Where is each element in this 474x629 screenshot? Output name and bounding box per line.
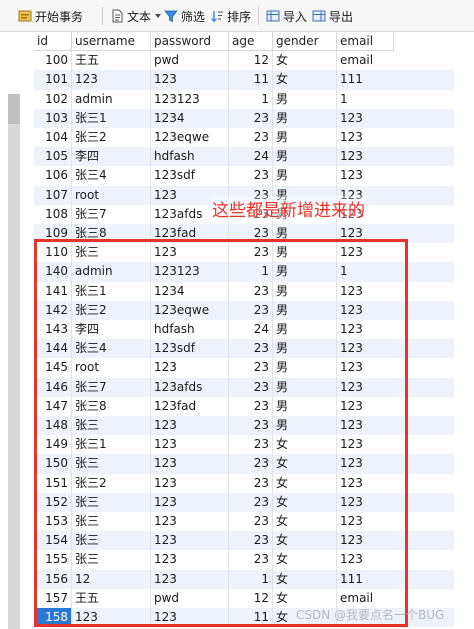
cell-username[interactable]: admin [72, 89, 151, 109]
cell-id[interactable]: 107 [34, 185, 72, 205]
cell-age[interactable]: 24 [229, 147, 273, 167]
export-icon [312, 9, 326, 23]
chevron-down-icon [155, 14, 162, 18]
column-header-username[interactable]: username [72, 32, 151, 52]
cell-email[interactable]: 111 [337, 70, 394, 89]
highlight-box [34, 239, 408, 627]
table-row[interactable]: 102 admin 123123 1 男 1 [34, 89, 454, 109]
table-row[interactable]: 103 张三1 1234 23 男 123 [34, 108, 454, 128]
cell-email[interactable]: 123 [337, 166, 394, 185]
cell-username[interactable]: 王五 [72, 51, 151, 71]
column-header-gender[interactable]: gender [273, 32, 337, 52]
cell-email[interactable]: 1 [337, 90, 394, 109]
cell-gender[interactable]: 男 [273, 128, 337, 148]
filter-button[interactable]: 筛选 [164, 6, 205, 26]
toolbar-separator [258, 7, 259, 25]
begin-transaction-label: 开始事务 [35, 9, 84, 24]
cell-username[interactable]: 张三2 [72, 128, 151, 148]
cell-password[interactable]: 1234 [151, 108, 229, 128]
import-label: 导入 [283, 9, 308, 24]
cell-password[interactable]: 123123 [151, 89, 229, 109]
sort-icon [210, 9, 224, 23]
document-icon [110, 9, 124, 23]
table-row[interactable]: 100 王五 pwd 12 女 email [34, 51, 454, 71]
sort-button[interactable]: 排序 [210, 6, 251, 26]
cell-id[interactable]: 106 [34, 166, 72, 186]
cell-email[interactable]: 123 [337, 109, 394, 128]
watermark: CSDN @我要点名一个BUG [296, 608, 445, 622]
cell-id[interactable]: 108 [34, 204, 72, 224]
cell-gender[interactable]: 男 [273, 108, 337, 128]
cell-username[interactable]: 张三4 [72, 166, 151, 186]
cell-username[interactable]: 张三1 [72, 108, 151, 128]
cell-gender[interactable]: 男 [273, 166, 337, 186]
table-row[interactable]: 104 张三2 123eqwe 23 男 123 [34, 128, 454, 148]
cell-password[interactable]: hdfash [151, 147, 229, 167]
export-label: 导出 [329, 9, 354, 24]
cell-age[interactable]: 1 [229, 89, 273, 109]
toolbar-separator [102, 7, 103, 25]
export-button[interactable]: 导出 [312, 6, 353, 26]
cell-email[interactable]: 123 [337, 128, 394, 147]
cell-age[interactable]: 23 [229, 166, 273, 186]
cell-username[interactable]: 123 [72, 70, 151, 90]
cell-email[interactable]: email [337, 51, 394, 70]
cell-gender[interactable]: 女 [273, 70, 337, 90]
transaction-icon [18, 9, 32, 23]
table-row[interactable]: 106 张三4 123sdf 23 男 123 [34, 166, 454, 186]
vertical-scrollbar[interactable] [8, 94, 20, 629]
column-header-password[interactable]: password [151, 32, 229, 52]
cell-id[interactable]: 102 [34, 89, 72, 109]
cell-age[interactable]: 12 [229, 51, 273, 71]
sort-label: 排序 [227, 9, 252, 24]
cell-id[interactable]: 105 [34, 147, 72, 167]
text-label: 文本 [127, 9, 152, 24]
header-row: id username password age gender email [34, 32, 454, 52]
cell-email[interactable]: 123 [337, 147, 394, 166]
filter-label: 筛选 [181, 9, 206, 24]
column-header-age[interactable]: age [229, 32, 273, 52]
column-header-email[interactable]: email [337, 32, 394, 52]
annotation-text: 这些都是新增进来的 [212, 196, 365, 221]
cell-age[interactable]: 23 [229, 108, 273, 128]
cell-username[interactable]: root [72, 185, 151, 205]
cell-password[interactable]: 123 [151, 70, 229, 90]
column-header-id[interactable]: id [34, 32, 72, 52]
cell-age[interactable]: 11 [229, 70, 273, 90]
cell-id[interactable]: 104 [34, 128, 72, 148]
cell-password[interactable]: 123sdf [151, 166, 229, 186]
cell-gender[interactable]: 女 [273, 51, 337, 71]
import-button[interactable]: 导入 [266, 6, 307, 26]
cell-username[interactable]: 张三7 [72, 204, 151, 224]
table-row[interactable]: 101 123 123 11 女 111 [34, 70, 454, 90]
cell-id[interactable]: 100 [34, 51, 72, 71]
scrollbar-thumb[interactable] [8, 94, 20, 124]
cell-gender[interactable]: 男 [273, 147, 337, 167]
row-gutter [0, 32, 34, 629]
table-row[interactable]: 105 李四 hdfash 24 男 123 [34, 147, 454, 167]
cell-id[interactable]: 101 [34, 70, 72, 90]
begin-transaction-button[interactable]: 开始事务 [18, 6, 83, 26]
cell-id[interactable]: 103 [34, 108, 72, 128]
cell-username[interactable]: 李四 [72, 147, 151, 167]
text-button[interactable]: 文本 [110, 6, 162, 26]
cell-gender[interactable]: 男 [273, 89, 337, 109]
cell-password[interactable]: pwd [151, 51, 229, 71]
filter-icon [164, 9, 178, 23]
import-icon [266, 9, 280, 23]
toolbar: 开始事务 文本 筛选 排序 导入 导出 [0, 0, 474, 32]
cell-password[interactable]: 123eqwe [151, 128, 229, 148]
cell-age[interactable]: 23 [229, 128, 273, 148]
